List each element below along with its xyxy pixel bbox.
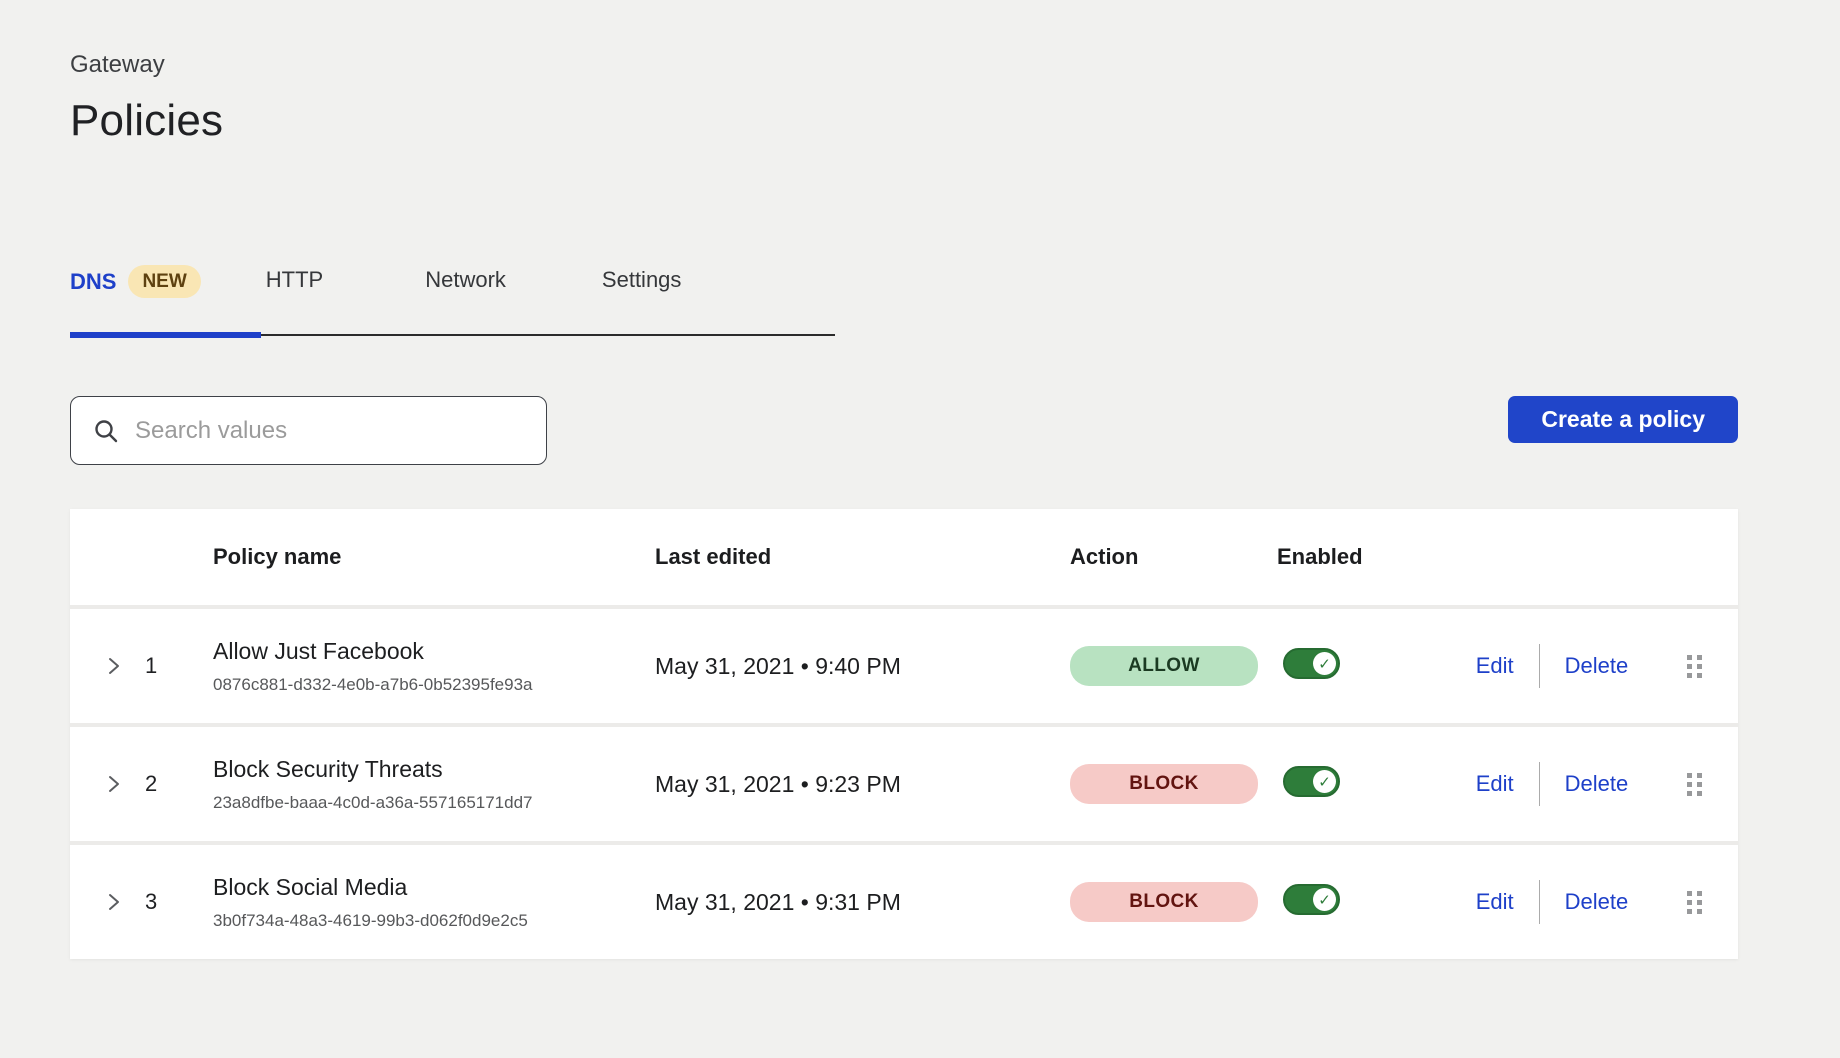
expand-chevron-icon[interactable] <box>105 892 145 912</box>
drag-handle-icon[interactable] <box>1687 655 1738 678</box>
delete-link[interactable]: Delete <box>1565 771 1629 797</box>
row-actions: Edit Delete <box>1437 880 1667 924</box>
policy-name: Allow Just Facebook <box>213 637 655 665</box>
tab-http[interactable]: HTTP <box>266 265 323 331</box>
toggle-check-icon: ✓ <box>1313 888 1336 911</box>
column-header-last-edited: Last edited <box>655 544 1070 570</box>
policy-uuid: 23a8dfbe-baaa-4c0d-a36a-557165171dd7 <box>213 793 655 813</box>
search-input[interactable] <box>135 417 524 445</box>
column-header-policy-name: Policy name <box>213 544 655 570</box>
table-row: 1 Allow Just Facebook 0876c881-d332-4e0b… <box>70 609 1738 723</box>
enabled-cell: ✓ <box>1277 884 1437 920</box>
last-edited: May 31, 2021 • 9:40 PM <box>655 653 1070 680</box>
action-cell: BLOCK <box>1070 764 1277 804</box>
link-divider <box>1539 880 1540 924</box>
row-number: 1 <box>145 653 213 679</box>
policy-uuid: 0876c881-d332-4e0b-a7b6-0b52395fe93a <box>213 675 655 695</box>
drag-handle-icon[interactable] <box>1687 773 1738 796</box>
table-header-row: Policy name Last edited Action Enabled <box>70 509 1738 605</box>
page-title: Policies <box>70 92 1738 150</box>
delete-link[interactable]: Delete <box>1565 889 1629 915</box>
policy-name-cell: Block Security Threats 23a8dfbe-baaa-4c0… <box>213 755 655 813</box>
expand-chevron-icon[interactable] <box>105 656 145 676</box>
tab-bar: DNS NEW HTTP Network Settings <box>70 265 835 336</box>
tab-http-label: HTTP <box>266 265 323 295</box>
column-header-action: Action <box>1070 544 1277 570</box>
tab-network-label: Network <box>425 265 506 295</box>
row-actions: Edit Delete <box>1437 762 1667 806</box>
tab-settings-label: Settings <box>602 265 682 295</box>
search-icon <box>93 418 119 444</box>
policies-table: Policy name Last edited Action Enabled 1… <box>70 509 1738 959</box>
expand-chevron-icon[interactable] <box>105 774 145 794</box>
page-content: Gateway Policies DNS NEW HTTP Network Se… <box>70 0 1738 959</box>
toggle-check-icon: ✓ <box>1313 652 1336 675</box>
create-policy-button[interactable]: Create a policy <box>1508 396 1738 443</box>
last-edited: May 31, 2021 • 9:31 PM <box>655 889 1070 916</box>
table-body: 1 Allow Just Facebook 0876c881-d332-4e0b… <box>70 609 1738 959</box>
edit-link[interactable]: Edit <box>1476 889 1514 915</box>
tab-network[interactable]: Network <box>425 265 506 331</box>
policy-name: Block Security Threats <box>213 755 655 783</box>
row-actions: Edit Delete <box>1437 644 1667 688</box>
enabled-cell: ✓ <box>1277 766 1437 802</box>
edit-link[interactable]: Edit <box>1476 771 1514 797</box>
table-row: 3 Block Social Media 3b0f734a-48a3-4619-… <box>70 845 1738 959</box>
tab-dns[interactable]: DNS NEW <box>70 265 201 334</box>
drag-handle-icon[interactable] <box>1687 891 1738 914</box>
row-number: 2 <box>145 771 213 797</box>
toggle-check-icon: ✓ <box>1313 770 1336 793</box>
tab-dns-label: DNS <box>70 267 116 297</box>
policy-uuid: 3b0f734a-48a3-4619-99b3-d062f0d9e2c5 <box>213 911 655 931</box>
search-box[interactable] <box>70 396 547 465</box>
link-divider <box>1539 762 1540 806</box>
enabled-toggle[interactable]: ✓ <box>1283 648 1340 679</box>
tab-settings[interactable]: Settings <box>602 265 682 331</box>
policy-name-cell: Allow Just Facebook 0876c881-d332-4e0b-a… <box>213 637 655 695</box>
edit-link[interactable]: Edit <box>1476 653 1514 679</box>
action-badge: BLOCK <box>1070 764 1258 804</box>
enabled-cell: ✓ <box>1277 648 1437 684</box>
policy-name-cell: Block Social Media 3b0f734a-48a3-4619-99… <box>213 873 655 931</box>
column-header-enabled: Enabled <box>1277 544 1437 570</box>
last-edited: May 31, 2021 • 9:23 PM <box>655 771 1070 798</box>
delete-link[interactable]: Delete <box>1565 653 1629 679</box>
action-cell: BLOCK <box>1070 882 1277 922</box>
policy-name: Block Social Media <box>213 873 655 901</box>
action-cell: ALLOW <box>1070 646 1277 686</box>
enabled-toggle[interactable]: ✓ <box>1283 766 1340 797</box>
link-divider <box>1539 644 1540 688</box>
enabled-toggle[interactable]: ✓ <box>1283 884 1340 915</box>
action-badge: ALLOW <box>1070 646 1258 686</box>
table-row: 2 Block Security Threats 23a8dfbe-baaa-4… <box>70 727 1738 841</box>
active-tab-indicator <box>70 332 261 338</box>
new-badge: NEW <box>128 265 200 298</box>
toolbar: Create a policy <box>70 396 1738 465</box>
row-number: 3 <box>145 889 213 915</box>
breadcrumb[interactable]: Gateway <box>70 0 1738 80</box>
action-badge: BLOCK <box>1070 882 1258 922</box>
